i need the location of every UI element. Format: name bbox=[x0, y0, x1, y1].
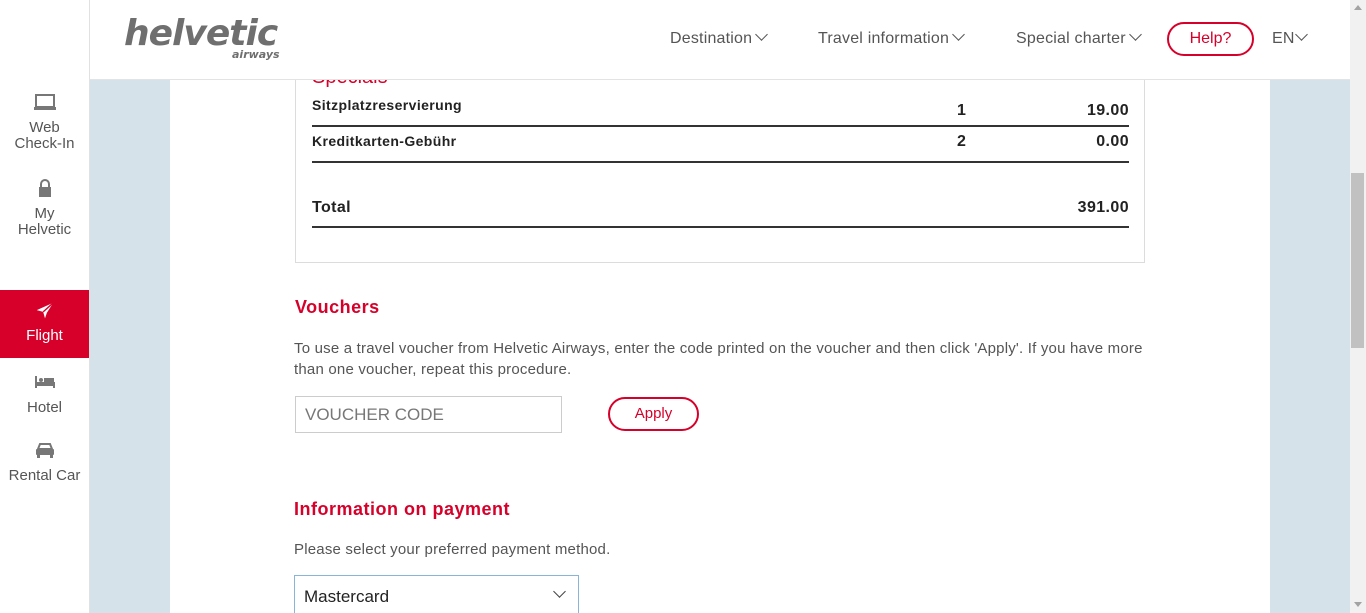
lock-icon bbox=[33, 178, 57, 198]
row-label: Sitzplatzreservierung bbox=[312, 97, 462, 113]
main-content: Specials Sitzplatzreservierung 1 19.00 K… bbox=[170, 60, 1270, 613]
page-scrollbar[interactable] bbox=[1350, 0, 1366, 613]
summary-row: Kreditkarten-Gebühr 2 0.00 bbox=[312, 133, 1129, 163]
price-summary-box: Specials Sitzplatzreservierung 1 19.00 K… bbox=[295, 60, 1145, 263]
nav-travel-information[interactable]: Travel information bbox=[818, 28, 965, 48]
nav-travel-information-label: Travel information bbox=[818, 30, 950, 47]
bed-icon bbox=[33, 372, 57, 392]
sidebar: Web Check-In My Helvetic Flight Hotel Re… bbox=[0, 0, 90, 613]
row-qty: 1 bbox=[957, 102, 967, 119]
row-qty: 2 bbox=[957, 133, 967, 150]
chevron-down-icon bbox=[1128, 28, 1142, 41]
helvetic-logo[interactable]: helvetic airways bbox=[124, 14, 294, 64]
payment-description: Please select your preferred payment met… bbox=[294, 541, 611, 558]
sidebar-item-label: My Helvetic bbox=[17, 205, 72, 238]
voucher-code-input[interactable] bbox=[295, 396, 562, 433]
total-label: Total bbox=[312, 199, 352, 216]
sidebar-item-label: Hotel bbox=[26, 399, 63, 416]
chevron-down-icon bbox=[553, 585, 566, 598]
sidebar-item-label: Flight bbox=[26, 327, 63, 344]
sidebar-item-label: Rental Car bbox=[8, 467, 81, 484]
chevron-down-icon bbox=[755, 28, 769, 41]
sidebar-item-flight[interactable]: Flight bbox=[0, 290, 89, 358]
vouchers-description: To use a travel voucher from Helvetic Ai… bbox=[294, 340, 1143, 378]
scroll-thumb[interactable] bbox=[1351, 173, 1364, 348]
payment-method-select[interactable]: Mastercard bbox=[294, 575, 579, 613]
nav-special-charter[interactable]: Special charter bbox=[1016, 28, 1142, 48]
chevron-down-icon bbox=[952, 28, 965, 41]
airplane-icon bbox=[33, 300, 57, 320]
sidebar-item-my-helvetic[interactable]: My Helvetic bbox=[0, 178, 89, 238]
nav-destination[interactable]: Destination bbox=[670, 28, 769, 48]
total-row: Total 391.00 bbox=[312, 197, 1129, 228]
nav-destination-label: Destination bbox=[670, 30, 753, 47]
scroll-down-arrow-icon[interactable] bbox=[1354, 602, 1362, 607]
language-selector[interactable]: EN bbox=[1272, 28, 1308, 48]
total-amount: 391.00 bbox=[1077, 199, 1129, 216]
summary-row: Sitzplatzreservierung 1 19.00 bbox=[312, 97, 1129, 127]
payment-method-value: Mastercard bbox=[304, 587, 390, 606]
row-amount: 0.00 bbox=[1096, 133, 1129, 150]
laptop-icon bbox=[33, 92, 57, 112]
scroll-up-arrow-icon[interactable] bbox=[1354, 5, 1362, 10]
sidebar-item-rental-car[interactable]: Rental Car bbox=[0, 440, 89, 484]
row-label: Kreditkarten-Gebühr bbox=[312, 133, 457, 149]
language-label: EN bbox=[1272, 30, 1295, 47]
sidebar-item-hotel[interactable]: Hotel bbox=[0, 372, 89, 416]
sidebar-item-web-check-in[interactable]: Web Check-In bbox=[0, 92, 89, 152]
help-button[interactable]: Help? bbox=[1167, 22, 1254, 56]
vouchers-title: Vouchers bbox=[295, 297, 380, 317]
car-icon bbox=[33, 440, 57, 460]
logo-subtext: airways bbox=[232, 48, 280, 61]
row-amount: 19.00 bbox=[1086, 102, 1129, 119]
chevron-down-icon bbox=[1294, 28, 1308, 41]
payment-title: Information on payment bbox=[294, 499, 511, 519]
nav-special-charter-label: Special charter bbox=[1016, 30, 1126, 47]
apply-voucher-button[interactable]: Apply bbox=[608, 397, 699, 431]
sidebar-item-label: Web Check-In bbox=[14, 119, 75, 152]
top-header: helvetic airways Destination Travel info… bbox=[90, 0, 1350, 80]
